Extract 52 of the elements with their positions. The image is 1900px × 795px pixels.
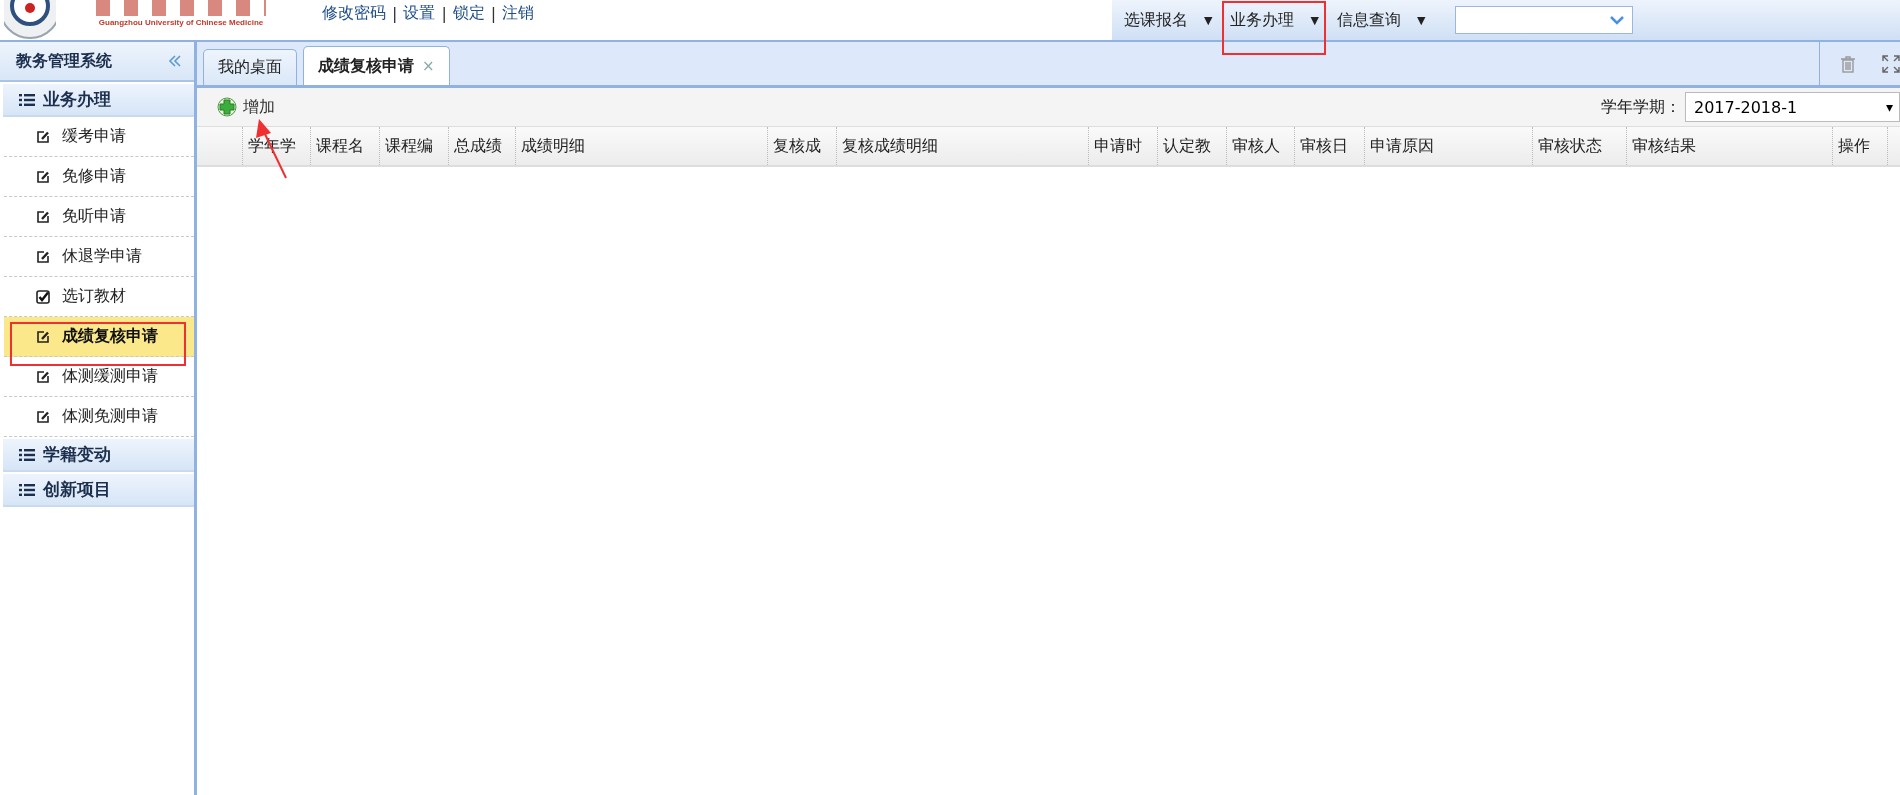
column-header[interactable]: 复核成绩明细: [842, 135, 938, 157]
checkbox-checked-icon: [36, 289, 50, 304]
fullscreen-icon[interactable]: [1882, 54, 1900, 73]
link-separator: |: [441, 3, 447, 23]
column-header[interactable]: 审核结果: [1632, 135, 1696, 157]
edit-icon: [36, 329, 50, 344]
edit-icon: [36, 249, 50, 264]
column-header[interactable]: 认定教: [1163, 135, 1211, 157]
column-header[interactable]: 审核日: [1300, 135, 1348, 157]
collapse-icon[interactable]: [168, 54, 182, 68]
top-menu-item[interactable]: 选课报名 ▼: [1120, 0, 1227, 40]
column-header[interactable]: 课程编: [385, 135, 433, 157]
column-header[interactable]: 申请原因: [1370, 135, 1434, 157]
edit-icon: [36, 409, 50, 424]
list-icon: [19, 482, 35, 497]
edit-icon: [36, 169, 50, 184]
add-button[interactable]: 增加: [211, 95, 281, 119]
header-link[interactable]: 注销: [502, 2, 535, 24]
link-separator: |: [392, 3, 398, 23]
sidebar-title: 教务管理系统: [16, 50, 112, 72]
edit-icon: [36, 369, 50, 384]
term-label: 学年学期：: [1601, 96, 1681, 118]
column-header[interactable]: 成绩明细: [521, 135, 585, 157]
tab[interactable]: 成绩复核申请 ×: [303, 46, 450, 85]
link-separator: |: [490, 3, 497, 23]
sidebar-group[interactable]: 业务办理: [3, 84, 194, 117]
header-link[interactable]: 修改密码: [322, 2, 386, 24]
trash-icon[interactable]: [1840, 54, 1856, 73]
search-combo-field[interactable]: [1455, 6, 1634, 34]
column-header[interactable]: 审核人: [1232, 135, 1280, 157]
university-subtitle: Guangzhou University of Chinese Medicine: [98, 18, 264, 27]
term-select[interactable]: 2017-2018-1 ▾: [1685, 92, 1900, 122]
top-menu-item[interactable]: 信息查询 ▼: [1332, 0, 1440, 40]
column-header[interactable]: 审核状态: [1538, 135, 1602, 157]
list-icon: [19, 447, 35, 462]
edit-icon: [36, 129, 50, 144]
list-icon: [19, 92, 35, 107]
sidebar-group[interactable]: 创新项目: [3, 474, 194, 507]
plus-icon: [217, 97, 237, 117]
column-header[interactable]: 申请时: [1094, 135, 1142, 157]
column-header[interactable]: 总成绩: [454, 135, 502, 157]
top-menu-item[interactable]: 业务办理 ▼: [1226, 0, 1333, 40]
header-link[interactable]: 设置: [403, 2, 436, 24]
column-header[interactable]: 复核成: [773, 135, 821, 157]
tab[interactable]: 我的桌面: [203, 49, 297, 85]
chevron-down-icon: [1610, 15, 1625, 25]
edit-icon: [36, 209, 50, 224]
sidebar-group[interactable]: 学籍变动: [3, 439, 194, 472]
header-link[interactable]: 锁定: [452, 2, 485, 24]
column-header[interactable]: 操作: [1838, 135, 1870, 157]
column-header[interactable]: 课程名: [316, 135, 364, 157]
sidebar-item[interactable]: 成绩复核申请: [4, 317, 194, 357]
